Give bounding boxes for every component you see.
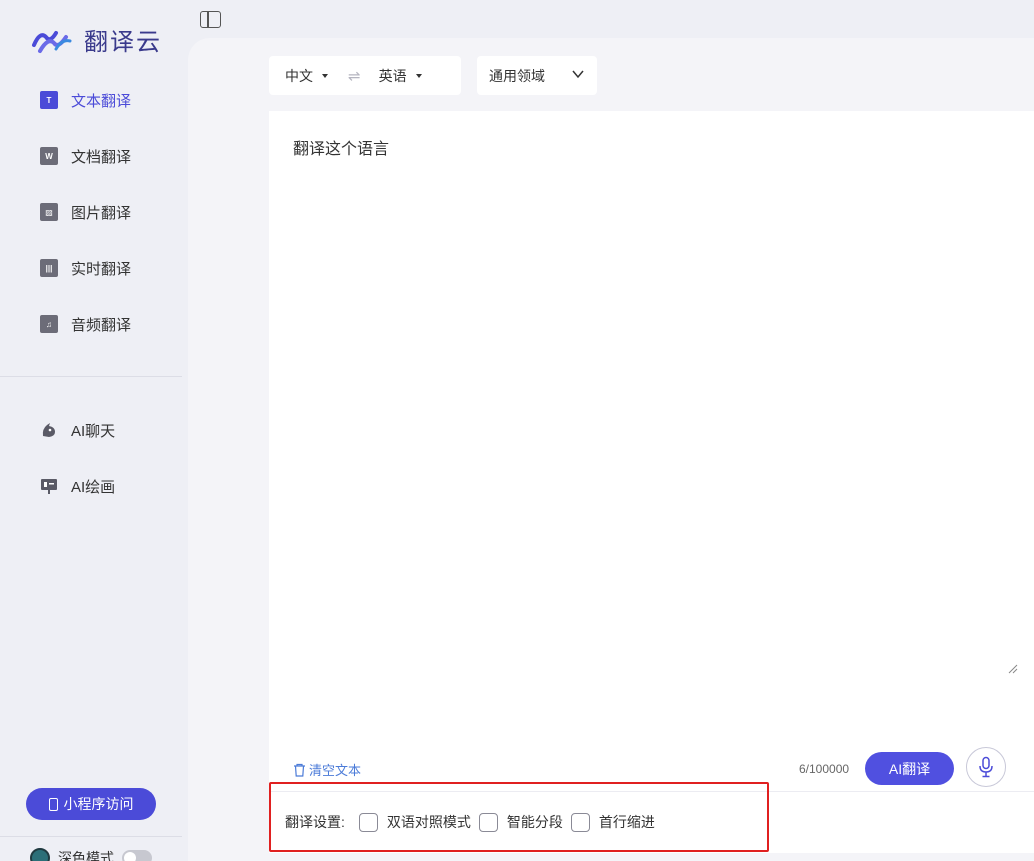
caret-down-icon [415, 73, 422, 78]
app-logo: 翻译云 [30, 22, 162, 57]
swap-languages-icon[interactable]: ⇌ [348, 67, 361, 85]
character-count: 6/100000 [799, 762, 850, 776]
checkbox-label: 双语对照模式 [386, 814, 471, 830]
sidebar-item-ai-chat[interactable]: AI聊天 [0, 402, 182, 458]
caret-down-icon [322, 73, 328, 78]
phone-icon [48, 797, 58, 811]
sidebar-item-label: 文本翻译 [71, 92, 132, 110]
source-text-input[interactable] [269, 111, 1021, 677]
ai-chat-icon [42, 423, 55, 437]
sidebar-item-realtime-translate[interactable]: ||| 实时翻译 [0, 240, 182, 296]
sidebar-item-document-translate[interactable]: W 文档翻译 [0, 128, 182, 184]
logo-icon [32, 30, 72, 53]
trash-icon [294, 763, 305, 777]
dark-mode-row: 深色模式 [30, 848, 152, 861]
sidebar-item-label: 文档翻译 [71, 148, 132, 166]
settings-label: 翻译设置: [285, 814, 345, 830]
checkbox-label: 智能分段 [506, 814, 563, 830]
checkbox-label: 首行缩进 [598, 814, 655, 830]
language-selector: 中文 ⇌ 英语 [269, 56, 461, 95]
checkbox-box[interactable] [478, 812, 498, 832]
main-nav: T 文本翻译 W 文档翻译 ▨ 图片翻译 ||| 实时翻译 ♫ 音频翻译 [0, 72, 182, 352]
target-language-label: 英语 [378, 67, 407, 84]
clear-text-button[interactable]: 清空文本 [293, 760, 361, 779]
mini-program-button[interactable]: 小程序访问 [26, 788, 156, 820]
first-line-indent-checkbox[interactable]: 首行缩进 [570, 812, 655, 832]
ai-paint-icon [41, 479, 57, 494]
sidebar-item-label: AI绘画 [71, 478, 116, 496]
bilingual-mode-checkbox[interactable]: 双语对照模式 [358, 812, 471, 832]
settings-row: 翻译设置: 双语对照模式 智能分段 首行缩进 [285, 812, 663, 832]
sidebar-collapse-icon[interactable] [200, 11, 221, 28]
ai-translate-button[interactable]: AI翻译 [865, 752, 954, 785]
sidebar-item-label: 图片翻译 [71, 204, 132, 222]
checkbox-box[interactable] [570, 812, 590, 832]
avatar[interactable] [30, 848, 50, 861]
sidebar-item-label: 音频翻译 [71, 316, 132, 334]
clear-text-label: 清空文本 [309, 763, 362, 778]
text-translate-icon: T [40, 91, 58, 109]
smart-paragraph-checkbox[interactable]: 智能分段 [478, 812, 563, 832]
sidebar-item-text-translate[interactable]: T 文本翻译 [0, 72, 182, 128]
sidebar-divider-bottom [0, 836, 182, 837]
domain-select[interactable]: 通用领域 [477, 56, 597, 95]
ai-nav: AI聊天 AI绘画 [0, 402, 182, 514]
sidebar-item-ai-paint[interactable]: AI绘画 [0, 458, 182, 514]
translation-settings: 翻译设置: 双语对照模式 智能分段 首行缩进 [269, 791, 1034, 853]
source-language-select[interactable]: 中文 [285, 66, 328, 86]
microphone-icon [979, 756, 993, 778]
sidebar: 翻译云 T 文本翻译 W 文档翻译 ▨ 图片翻译 ||| 实时翻译 ♫ 音频翻译 [0, 0, 182, 861]
checkbox-box[interactable] [358, 812, 378, 832]
chevron-down-icon [572, 70, 584, 79]
domain-label: 通用领域 [489, 67, 545, 84]
translation-editor [269, 111, 1034, 791]
sidebar-item-image-translate[interactable]: ▨ 图片翻译 [0, 184, 182, 240]
image-translate-icon: ▨ [40, 203, 58, 221]
sidebar-divider [0, 376, 182, 377]
target-language-select[interactable]: 英语 [379, 66, 422, 86]
voice-translate-icon: ||| [40, 259, 58, 277]
resize-handle-icon[interactable] [1008, 664, 1018, 674]
dark-mode-toggle[interactable] [122, 850, 152, 861]
sidebar-item-label: 实时翻译 [71, 260, 132, 278]
mini-program-label: 小程序访问 [63, 796, 134, 812]
audio-translate-icon: ♫ [40, 315, 58, 333]
sidebar-item-audio-translate[interactable]: ♫ 音频翻译 [0, 296, 182, 352]
document-translate-icon: W [40, 147, 58, 165]
source-language-label: 中文 [285, 67, 313, 84]
app-name: 翻译云 [84, 28, 162, 56]
dark-mode-label: 深色模式 [58, 850, 114, 861]
microphone-button[interactable] [966, 747, 1006, 787]
sidebar-item-label: AI聊天 [71, 422, 116, 440]
